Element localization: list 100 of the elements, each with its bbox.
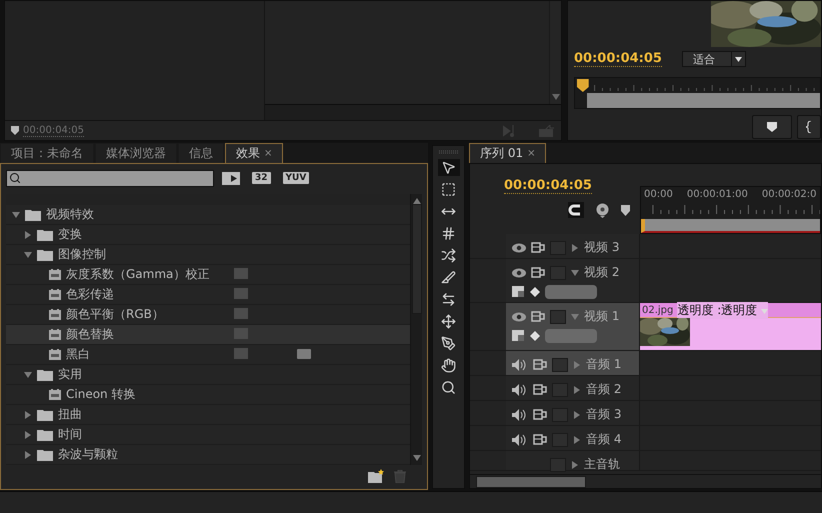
tree-row[interactable]: Cineon 转换: [6, 385, 410, 405]
expanded-triangle-icon[interactable]: [12, 210, 20, 218]
grip-icon[interactable]: [438, 150, 458, 154]
ruler-label: 00:00:01:00: [686, 189, 748, 200]
expanded-triangle-icon[interactable]: [24, 370, 32, 378]
collapsed-triangle-icon[interactable]: [24, 230, 32, 238]
panel-tab[interactable]: 序列 01 ×: [469, 143, 546, 163]
folder-label: 图像控制: [58, 246, 106, 263]
tree-row[interactable]: 时间: [6, 425, 410, 445]
tree-row[interactable]: 色彩传递: [6, 285, 410, 305]
tree-row[interactable]: 杂波与颗粒: [6, 445, 410, 465]
new-folder-icon[interactable]: [368, 469, 384, 483]
folder-label: 实用: [58, 366, 82, 383]
pointer-icon[interactable]: [438, 159, 460, 176]
sync-lock-icon[interactable]: [533, 409, 547, 420]
sync-lock-icon[interactable]: [531, 267, 545, 278]
eye-icon[interactable]: [512, 268, 526, 278]
tree-row[interactable]: 黑白: [6, 345, 410, 365]
time-ruler[interactable]: 00:00 00:00:01:00 00:00:02:0: [640, 186, 821, 234]
tree-row[interactable]: 颜色替换: [6, 325, 410, 345]
tree-row[interactable]: 变换: [6, 225, 410, 245]
folder-label: 视频特效: [46, 206, 94, 223]
filter-toggle[interactable]: 32: [252, 172, 271, 184]
tree-row[interactable]: 实用: [6, 365, 410, 385]
zoom-dropdown[interactable]: 适合: [682, 51, 746, 67]
tree-row[interactable]: 视频特效: [6, 205, 410, 225]
sync-lock-icon[interactable]: [533, 359, 547, 370]
effect-label: Cineon 转换: [66, 386, 136, 403]
horizontal-scrollbar[interactable]: [265, 104, 561, 120]
display-style-icon[interactable]: [512, 286, 525, 298]
work-area-bar[interactable]: [641, 219, 820, 233]
speaker-icon[interactable]: [512, 358, 528, 370]
track-name: 视频 1: [584, 308, 620, 325]
mark-in-button[interactable]: [797, 115, 821, 139]
tree-row[interactable]: 扭曲: [6, 405, 410, 425]
accelerated-filter-icon[interactable]: [222, 172, 240, 184]
eye-icon[interactable]: [512, 312, 526, 322]
expanded-triangle-icon[interactable]: [571, 268, 579, 276]
collapsed-triangle-icon[interactable]: [24, 430, 32, 438]
collapsed-triangle-icon[interactable]: [571, 460, 579, 468]
track-header[interactable]: 音频 1: [506, 351, 640, 375]
video-clip[interactable]: 02.jpg 透明度 :透明度: [640, 303, 821, 350]
add-marker-button[interactable]: [752, 115, 792, 139]
sync-lock-icon[interactable]: [533, 434, 547, 445]
display-style-icon[interactable]: [512, 330, 525, 342]
folder-icon: [37, 368, 53, 380]
sphere-icon[interactable]: [596, 202, 609, 218]
dropdown-caret-icon: [761, 308, 768, 314]
close-icon[interactable]: ×: [264, 148, 272, 159]
tree-row[interactable]: 灰度系数（Gamma）校正: [6, 265, 410, 285]
speaker-icon[interactable]: [512, 434, 528, 446]
filter-toggle[interactable]: YUV: [282, 172, 310, 184]
expanded-triangle-icon[interactable]: [24, 250, 32, 258]
search-field[interactable]: [6, 170, 214, 186]
search-icon: [9, 172, 21, 184]
track-toggle-box[interactable]: [550, 310, 566, 324]
effect-icon: [49, 309, 61, 320]
track-name: 主音轨: [584, 456, 620, 473]
tree-row[interactable]: 图像控制: [6, 245, 410, 265]
keyframe-diamond-icon[interactable]: [530, 331, 540, 341]
panel-tab[interactable]: 效果 ×: [225, 143, 284, 163]
track-name: 音频 1: [586, 356, 622, 373]
speaker-icon[interactable]: [512, 408, 528, 420]
track-name: 音频 3: [586, 406, 622, 423]
scroll-down-icon[interactable]: [552, 94, 560, 100]
folder-label: 变换: [58, 226, 82, 243]
collapsed-triangle-icon[interactable]: [573, 436, 581, 444]
collapsed-triangle-icon[interactable]: [573, 410, 581, 418]
effect-label: 黑白: [66, 346, 90, 363]
track-name: 音频 4: [586, 431, 622, 448]
property-dropdown[interactable]: 透明度 :透明度: [677, 302, 768, 318]
collapsed-triangle-icon[interactable]: [571, 244, 579, 252]
sync-lock-icon[interactable]: [531, 242, 545, 253]
track-toggle-box[interactable]: [552, 358, 568, 372]
folder-icon: [37, 448, 53, 460]
snap-icon[interactable]: [568, 202, 584, 218]
timecode[interactable]: 00:00:04:05: [574, 51, 662, 67]
close-icon[interactable]: ×: [527, 148, 536, 159]
collapsed-triangle-icon[interactable]: [573, 386, 581, 394]
timecode[interactable]: 00:00:04:05: [504, 178, 592, 194]
track-header[interactable]: 视频 1: [506, 303, 640, 350]
track-name: 音频 2: [586, 381, 622, 398]
panel-tab[interactable]: 信息: [178, 143, 224, 163]
marker-icon[interactable]: [621, 204, 630, 216]
vertical-scrollbar[interactable]: [410, 194, 422, 465]
tree-row[interactable]: 颜色平衡（RGB）: [6, 305, 410, 325]
scroll-down-icon[interactable]: [412, 455, 420, 461]
eye-icon[interactable]: [512, 242, 526, 252]
speaker-icon[interactable]: [512, 384, 528, 396]
collapsed-triangle-icon[interactable]: [24, 450, 32, 458]
marker-icon[interactable]: [11, 126, 19, 135]
panel-tab[interactable]: 媒体浏览器: [95, 143, 177, 163]
horizontal-scrollbar[interactable]: [476, 476, 586, 488]
keyframe-diamond-icon[interactable]: [530, 287, 540, 297]
folder-icon: [25, 208, 41, 220]
panel-tab[interactable]: 项目：未命名: [0, 143, 94, 163]
effect-icon: [49, 289, 61, 300]
collapsed-triangle-icon[interactable]: [24, 410, 32, 418]
sync-lock-icon[interactable]: [533, 384, 547, 395]
sync-lock-icon[interactable]: [531, 311, 545, 322]
